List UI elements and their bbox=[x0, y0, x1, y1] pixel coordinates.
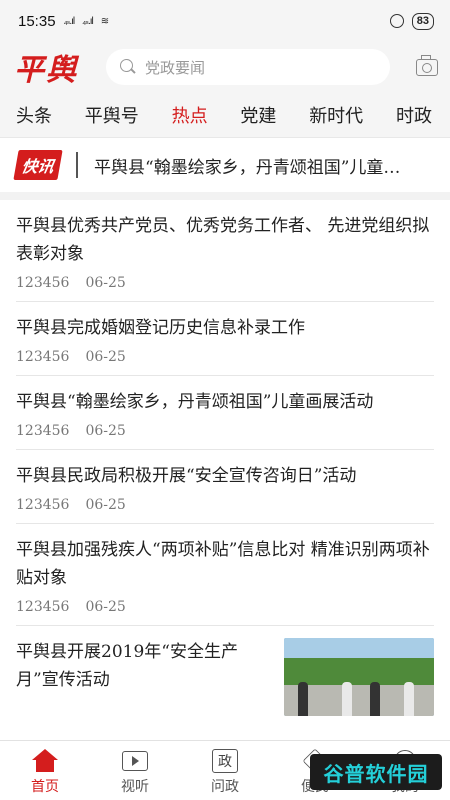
category-tabs: 头条 平舆号 热点 党建 新时代 时政 bbox=[0, 92, 450, 138]
thumbnail-trees bbox=[284, 657, 434, 685]
news-item[interactable]: 平舆县“翰墨绘家乡，丹青颂祖国”儿童画展活动 123456 06-25 bbox=[16, 376, 434, 450]
news-date: 06-25 bbox=[85, 349, 126, 365]
tv-icon bbox=[122, 750, 148, 771]
app-logo: 平舆 bbox=[14, 53, 78, 88]
news-date: 06-25 bbox=[85, 497, 126, 513]
news-meta: 123456 06-25 bbox=[16, 349, 434, 365]
search-input[interactable]: 党政要闻 bbox=[106, 49, 390, 85]
thumbnail-person bbox=[370, 682, 380, 716]
news-title: 平舆县完成婚姻登记历史信息补录工作 bbox=[16, 318, 305, 338]
news-source: 123456 bbox=[16, 349, 70, 365]
news-title: 平舆县“翰墨绘家乡，丹青颂祖国”儿童画展活动 bbox=[16, 392, 374, 412]
nav-label: 首页 bbox=[31, 778, 59, 795]
nav-label: 问政 bbox=[211, 778, 239, 795]
tab-hot[interactable]: 热点 bbox=[172, 102, 208, 128]
tab-new-era[interactable]: 新时代 bbox=[309, 102, 363, 128]
news-meta: 123456 06-25 bbox=[16, 599, 434, 615]
news-meta: 123456 06-25 bbox=[16, 423, 434, 439]
thumbnail-person bbox=[298, 682, 308, 716]
news-item[interactable]: 平舆县民政局积极开展“安全宣传咨询日”活动 123456 06-25 bbox=[16, 450, 434, 524]
news-date: 06-25 bbox=[85, 423, 126, 439]
app-header: 平舆 党政要闻 bbox=[0, 42, 450, 92]
news-title: 平舆县优秀共产党员、优秀党务工作者、 先进党组织拟表彰对象 bbox=[16, 216, 430, 264]
nav-label: 视听 bbox=[121, 778, 149, 795]
battery-indicator: 83 bbox=[411, 12, 434, 30]
thumbnail-person bbox=[404, 682, 414, 716]
news-item[interactable]: 平舆县优秀共产党员、优秀党务工作者、 先进党组织拟表彰对象 123456 06-… bbox=[16, 200, 434, 302]
status-time: 15:35 bbox=[18, 12, 56, 30]
nav-inquiry-icon-wrap: 政 bbox=[211, 748, 239, 774]
search-icon bbox=[120, 59, 136, 75]
news-item-with-image[interactable]: 平舆县开展2019年“安全生产月”宣传活动 bbox=[16, 626, 434, 726]
nav-media[interactable]: 视听 bbox=[100, 748, 170, 796]
flash-news-bar[interactable]: 快讯 平舆县“翰墨绘家乡，丹青颂祖国”儿童… bbox=[0, 138, 450, 200]
news-date: 06-25 bbox=[85, 599, 126, 615]
site-watermark: 谷普软件园 bbox=[310, 754, 442, 790]
tab-headline[interactable]: 头条 bbox=[16, 102, 52, 128]
home-icon bbox=[32, 748, 58, 773]
news-source: 123456 bbox=[16, 599, 70, 615]
status-right: 83 bbox=[389, 12, 434, 30]
tab-party-building[interactable]: 党建 bbox=[240, 102, 276, 128]
camera-icon[interactable] bbox=[416, 54, 438, 76]
tab-politics[interactable]: 时政 bbox=[396, 102, 432, 128]
news-list: 平舆县优秀共产党员、优秀党务工作者、 先进党组织拟表彰对象 123456 06-… bbox=[0, 200, 450, 726]
rotation-lock-icon bbox=[389, 14, 404, 28]
news-title: 平舆县民政局积极开展“安全宣传咨询日”活动 bbox=[16, 466, 357, 486]
nav-inquiry[interactable]: 政 问政 bbox=[190, 748, 260, 796]
nav-home[interactable]: 首页 bbox=[10, 748, 80, 796]
flash-badge: 快讯 bbox=[13, 150, 63, 180]
signal-icon: ₄ₛ.ıl bbox=[63, 15, 76, 27]
status-bar: 15:35 ₄ₛ.ıl ₄ₛ.ıl ≋ 83 bbox=[0, 0, 450, 42]
flash-text: 平舆县“翰墨绘家乡，丹青颂祖国”儿童… bbox=[94, 157, 401, 178]
news-source: 123456 bbox=[16, 423, 70, 439]
flash-divider bbox=[76, 152, 79, 178]
wifi-icon: ≋ bbox=[100, 15, 109, 27]
government-icon: 政 bbox=[212, 748, 238, 773]
news-source: 123456 bbox=[16, 497, 70, 513]
news-source: 123456 bbox=[16, 275, 70, 291]
news-item[interactable]: 平舆县加强残疾人“两项补贴”信息比对 精准识别两项补贴对象 123456 06-… bbox=[16, 524, 434, 626]
nav-media-icon-wrap bbox=[121, 748, 149, 774]
news-thumbnail bbox=[284, 638, 434, 716]
thumbnail-person bbox=[342, 682, 352, 716]
search-placeholder: 党政要闻 bbox=[145, 58, 206, 77]
news-title: 平舆县开展2019年“安全生产月”宣传活动 bbox=[16, 642, 238, 690]
news-meta: 123456 06-25 bbox=[16, 275, 434, 291]
news-title: 平舆县加强残疾人“两项补贴”信息比对 精准识别两项补贴对象 bbox=[16, 540, 430, 588]
signal-icon-2: ₄ₛ.ıl bbox=[82, 15, 94, 27]
nav-home-icon-wrap bbox=[31, 748, 59, 774]
tab-pingyu-hao[interactable]: 平舆号 bbox=[85, 102, 139, 128]
news-meta: 123456 06-25 bbox=[16, 497, 434, 513]
news-item[interactable]: 平舆县完成婚姻登记历史信息补录工作 123456 06-25 bbox=[16, 302, 434, 376]
status-left: 15:35 ₄ₛ.ıl ₄ₛ.ıl ≋ bbox=[18, 12, 109, 30]
news-date: 06-25 bbox=[85, 275, 126, 291]
